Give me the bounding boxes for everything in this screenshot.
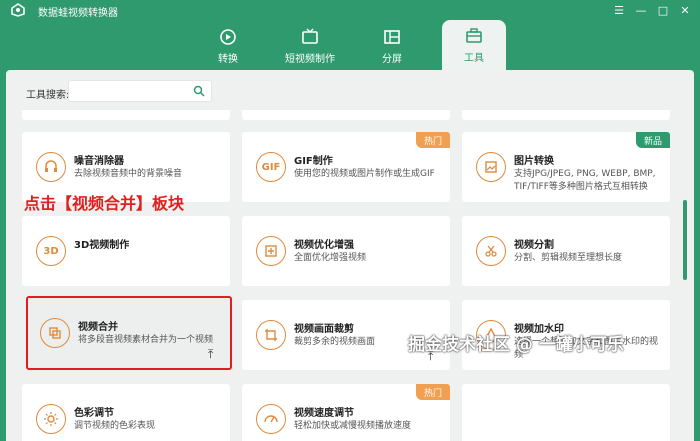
card-partial	[462, 110, 670, 120]
tools-panel: 工具搜索: 噪音消除器 去除视频音频中的背景噪音 热门 GIF GIF制作 使用…	[6, 70, 694, 441]
tab-label: 分屏	[382, 53, 402, 65]
card-video-merge[interactable]: 视频合并 将多段音视频素材合并为一个视频 ⤒	[26, 296, 232, 370]
card-desc: 使用您的视频或图片制作或生成GIF	[294, 169, 435, 179]
noise-remove-icon	[36, 152, 66, 182]
card-partial-hidden[interactable]	[462, 384, 670, 441]
tab-label: 短视频制作	[285, 53, 335, 65]
enhance-icon	[256, 236, 286, 266]
close-icon[interactable]: ✕	[676, 2, 694, 18]
card-title: 色彩调节	[74, 408, 114, 419]
card-desc: 去除视频音频中的背景噪音	[74, 169, 183, 179]
3d-icon: 3D	[36, 236, 66, 266]
tv-icon	[302, 28, 318, 44]
card-title: 视频速度调节	[294, 408, 354, 419]
card-title: 视频合并	[78, 322, 118, 333]
window-controls: ☰ — □ ✕	[610, 2, 694, 18]
card-desc: 分割、剪辑视频至理想长度	[514, 253, 623, 263]
app-logo-icon	[11, 3, 25, 17]
scissors-icon	[476, 236, 506, 266]
app-title: 数据蛙视频转换器	[38, 8, 118, 19]
tab-short-video[interactable]: 短视频制作	[278, 22, 342, 70]
card-3d-video[interactable]: 3D 3D视频制作	[22, 216, 230, 286]
annotation-text: 点击【视频合并】板块	[24, 194, 185, 213]
card-color-adjust[interactable]: 色彩调节 调节视频的色彩表现	[22, 384, 230, 441]
card-video-split[interactable]: 视频分割 分割、剪辑视频至理想长度	[462, 216, 670, 286]
new-badge: 新品	[635, 132, 670, 148]
image-convert-icon	[476, 152, 506, 182]
tab-tools[interactable]: 工具	[442, 20, 506, 70]
card-title: 视频优化增强	[294, 240, 354, 251]
card-desc: 将多段音视频素材合并为一个视频	[78, 335, 214, 345]
title-bar: 数据蛙视频转换器 ☰ — □ ✕	[0, 0, 700, 20]
search-box	[68, 80, 212, 104]
minimize-icon[interactable]: —	[632, 2, 650, 18]
split-screen-icon	[384, 29, 400, 44]
card-title: 3D视频制作	[74, 240, 130, 251]
main-tabs: 转换 短视频制作 分屏 工具	[0, 20, 700, 70]
hot-badge: 热门	[415, 132, 450, 148]
card-image-convert[interactable]: 新品 图片转换 支持JPG/JPEG, PNG, WEBP, BMP, TIF/…	[462, 132, 670, 202]
card-desc: 轻松加快或减慢视频播放速度	[294, 421, 412, 431]
card-partial	[242, 110, 450, 120]
scrollbar-thumb[interactable]	[683, 200, 687, 280]
card-title: 视频分割	[514, 240, 554, 251]
convert-icon	[220, 28, 236, 45]
merge-icon	[40, 318, 70, 348]
menu-icon[interactable]: ☰	[610, 2, 628, 18]
crop-icon	[256, 320, 286, 350]
tab-label: 工具	[464, 52, 484, 64]
tab-convert[interactable]: 转换	[196, 22, 260, 70]
card-video-enhance[interactable]: 视频优化增强 全面优化增强视频	[242, 216, 450, 286]
card-gif-maker[interactable]: 热门 GIF GIF制作 使用您的视频或图片制作或生成GIF	[242, 132, 450, 202]
card-title: 图片转换	[514, 156, 554, 167]
color-icon	[36, 404, 66, 434]
card-video-speed[interactable]: 热门 视频速度调节 轻松加快或减慢视频播放速度	[242, 384, 450, 441]
search-label: 工具搜索:	[26, 90, 70, 101]
gif-icon: GIF	[256, 152, 286, 182]
card-desc: 支持JPG/JPEG, PNG, WEBP, BMP, TIF/TIFF等多种图…	[514, 169, 656, 192]
card-desc: 全面优化增强视频	[294, 253, 367, 263]
card-title: 噪音消除器	[74, 156, 124, 167]
tab-label: 转换	[218, 53, 238, 65]
maximize-icon[interactable]: □	[654, 2, 672, 18]
watermark-text: 掘金技术社区 @ 一罐小可乐	[408, 335, 624, 355]
hot-badge: 热门	[415, 384, 450, 400]
pin-top-icon[interactable]: ⤒	[208, 348, 220, 360]
card-desc: 调节视频的色彩表现	[74, 421, 156, 431]
search-icon[interactable]	[193, 85, 205, 97]
card-title: 视频画面裁剪	[294, 324, 354, 335]
speed-icon	[256, 404, 286, 434]
card-partial	[22, 110, 230, 120]
search-input[interactable]	[69, 83, 189, 104]
tab-split-screen[interactable]: 分屏	[360, 22, 424, 70]
card-title: GIF制作	[294, 156, 333, 167]
toolbox-icon	[466, 27, 482, 43]
